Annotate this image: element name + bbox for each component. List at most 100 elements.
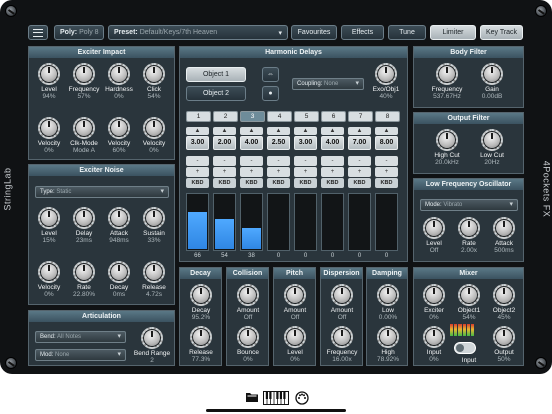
increment-button[interactable]: + xyxy=(321,167,344,177)
input-toggle[interactable] xyxy=(454,342,476,354)
increment-button[interactable]: + xyxy=(348,167,371,177)
sustain-knob[interactable]: Sustain 33% xyxy=(137,207,171,244)
kbd-toggle[interactable]: KBD xyxy=(240,178,263,188)
delay-ratio-stepper[interactable]: ▲ 3.00 xyxy=(186,127,209,150)
increment-button[interactable]: + xyxy=(213,167,236,177)
increment-button[interactable]: + xyxy=(294,167,317,177)
low-cut-knob[interactable]: Low Cut 20Hz xyxy=(474,129,510,166)
chevron-up-icon[interactable]: ▲ xyxy=(213,127,236,135)
effects-button[interactable]: Effects xyxy=(341,25,384,40)
velocity-knob[interactable]: Velocity 60% xyxy=(102,117,136,154)
release-knob[interactable]: Release 4.72s xyxy=(137,261,171,298)
click-knob[interactable]: Click 54% xyxy=(137,63,171,100)
clk-mode-knob[interactable]: Clk-Mode Mode A xyxy=(67,117,101,154)
gain-knob[interactable]: Gain 0.00dB xyxy=(474,63,510,100)
kbd-toggle[interactable]: KBD xyxy=(213,178,236,188)
tune-button[interactable]: Tune xyxy=(388,25,426,40)
exo-obj1-knob[interactable]: Exo/Obj1 40% xyxy=(369,63,403,100)
kbd-toggle[interactable]: KBD xyxy=(294,178,317,188)
decrement-button[interactable]: - xyxy=(213,156,236,166)
delay-tab-7[interactable]: 7 xyxy=(348,111,373,122)
delay-tab-2[interactable]: 2 xyxy=(213,111,238,122)
increment-button[interactable]: + xyxy=(267,167,290,177)
delay-tab-1[interactable]: 1 xyxy=(186,111,211,122)
delay-level-bar[interactable] xyxy=(213,193,236,251)
input-knob[interactable]: Input 0% xyxy=(417,326,451,363)
kbd-toggle[interactable]: KBD xyxy=(375,178,398,188)
bend-range-knob[interactable]: Bend Range 2 xyxy=(133,327,171,364)
delay-tab-3[interactable]: 3 xyxy=(240,111,265,122)
midi-icon[interactable] xyxy=(295,391,309,405)
level-knob[interactable]: Level 15% xyxy=(32,207,66,244)
coupling-select[interactable]: Coupling: None xyxy=(292,78,364,90)
delay-level-bar[interactable] xyxy=(267,193,290,251)
hardness-knob[interactable]: Hardness 0% xyxy=(102,63,136,100)
decay-knob[interactable]: Decay 95.2% xyxy=(184,284,218,321)
lfo-mode-select[interactable]: Mode: Vibrato xyxy=(420,199,518,211)
bounce-knob[interactable]: Bounce 0% xyxy=(231,326,265,363)
decrement-button[interactable]: - xyxy=(348,156,371,166)
object2-knob[interactable]: Object2 45% xyxy=(487,284,521,321)
increment-button[interactable]: + xyxy=(240,167,263,177)
low-knob[interactable]: Low 0.00% xyxy=(371,284,405,321)
decrement-button[interactable]: - xyxy=(321,156,344,166)
delay-tab-8[interactable]: 8 xyxy=(375,111,400,122)
kbd-toggle[interactable]: KBD xyxy=(321,178,344,188)
delay-level-bar[interactable] xyxy=(240,193,263,251)
delay-level-bar[interactable] xyxy=(321,193,344,251)
release-knob[interactable]: Release 77.3% xyxy=(184,326,218,363)
frequency-knob[interactable]: Frequency 537.67Hz xyxy=(429,63,465,100)
level-knob[interactable]: Level 94% xyxy=(32,63,66,100)
folder-icon[interactable] xyxy=(245,391,259,405)
rate-knob[interactable]: Rate 22.80% xyxy=(67,261,101,298)
delay-ratio-stepper[interactable]: ▲ 2.50 xyxy=(267,127,290,150)
high-cut-knob[interactable]: High Cut 20.0kHz xyxy=(429,129,465,166)
velocity-knob[interactable]: Velocity 0% xyxy=(32,117,66,154)
delay-tab-4[interactable]: 4 xyxy=(267,111,292,122)
increment-button[interactable]: + xyxy=(375,167,398,177)
increment-button[interactable]: + xyxy=(186,167,209,177)
key-track-button[interactable]: Key Track xyxy=(480,25,523,40)
kbd-toggle[interactable]: KBD xyxy=(348,178,371,188)
decrement-button[interactable]: - xyxy=(294,156,317,166)
limiter-button[interactable]: Limiter xyxy=(430,25,476,40)
delay-knob[interactable]: Delay 23ms xyxy=(67,207,101,244)
kbd-toggle[interactable]: KBD xyxy=(267,178,290,188)
decay-knob[interactable]: Decay 0ms xyxy=(102,261,136,298)
bend-select[interactable]: Bend: All Notes xyxy=(35,331,126,343)
chevron-up-icon[interactable]: ▲ xyxy=(321,127,344,135)
level-knob[interactable]: Level Off xyxy=(417,217,451,254)
home-indicator[interactable] xyxy=(206,409,346,412)
delay-level-bar[interactable] xyxy=(348,193,371,251)
delay-level-bar[interactable] xyxy=(375,193,398,251)
amount-knob[interactable]: Amount Off xyxy=(325,284,359,321)
decrement-button[interactable]: - xyxy=(267,156,290,166)
chevron-up-icon[interactable]: ▲ xyxy=(267,127,290,135)
delay-ratio-stepper[interactable]: ▲ 8.00 xyxy=(375,127,398,150)
delay-ratio-stepper[interactable]: ▲ 3.00 xyxy=(294,127,317,150)
delay-tab-5[interactable]: 5 xyxy=(294,111,319,122)
delay-level-bar[interactable] xyxy=(294,193,317,251)
level-knob[interactable]: Level 0% xyxy=(278,326,312,363)
swap-icon[interactable]: ● xyxy=(262,86,279,101)
mod-select[interactable]: Mod: None xyxy=(35,349,126,361)
object1-knob[interactable]: Object1 54% xyxy=(452,284,486,321)
delay-level-bar[interactable] xyxy=(186,193,209,251)
attack-knob[interactable]: Attack 500ms xyxy=(487,217,521,254)
frequency-knob[interactable]: Frequency 57% xyxy=(67,63,101,100)
decrement-button[interactable]: - xyxy=(240,156,263,166)
menu-button[interactable] xyxy=(28,25,48,40)
noise-type-select[interactable]: Type: Static xyxy=(35,186,169,198)
amount-knob[interactable]: Amount Off xyxy=(278,284,312,321)
high-knob[interactable]: High 78.92% xyxy=(371,326,405,363)
attack-knob[interactable]: Attack 948ms xyxy=(102,207,136,244)
object-1-button[interactable]: Object 1 xyxy=(186,67,246,82)
velocity-knob[interactable]: Velocity 0% xyxy=(137,117,171,154)
delay-ratio-stepper[interactable]: ▲ 2.00 xyxy=(213,127,236,150)
piano-icon[interactable] xyxy=(263,391,289,405)
velocity-knob[interactable]: Velocity 0% xyxy=(32,261,66,298)
exciter-knob[interactable]: Exciter 0% xyxy=(417,284,451,321)
output-knob[interactable]: Output 50% xyxy=(487,326,521,363)
frequency-knob[interactable]: Frequency 16.00x xyxy=(325,326,359,363)
delay-tab-6[interactable]: 6 xyxy=(321,111,346,122)
